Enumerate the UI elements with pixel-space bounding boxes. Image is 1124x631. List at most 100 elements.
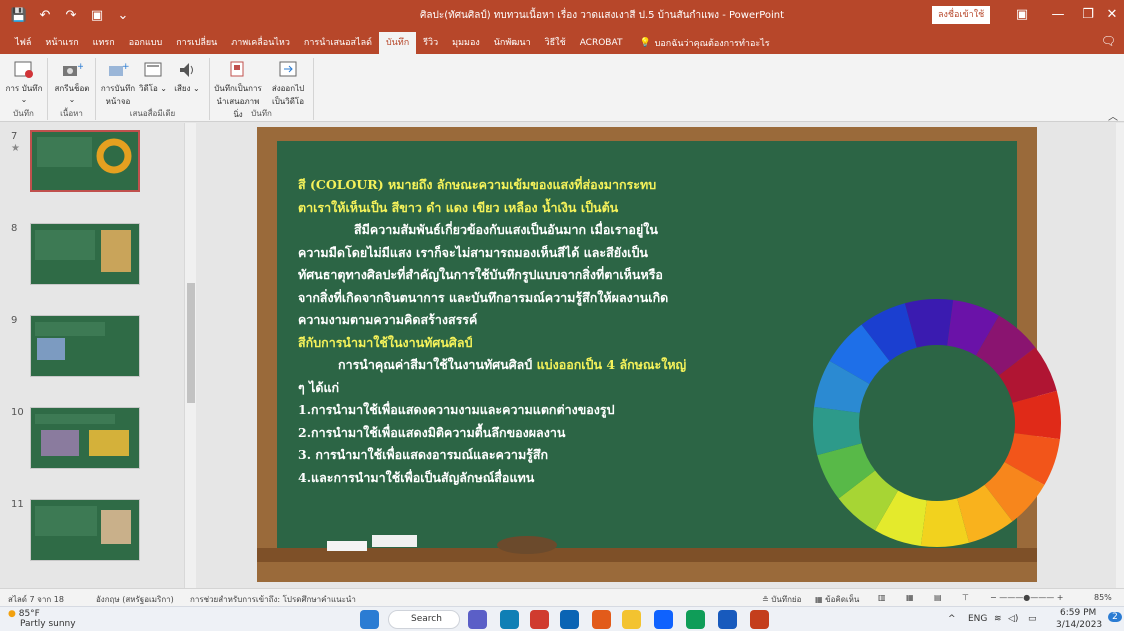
collapse-ribbon-icon[interactable]: ︿ xyxy=(1108,108,1118,123)
video-icon xyxy=(144,62,162,77)
zoom-slider[interactable]: − ———●——— + xyxy=(990,593,1063,602)
thumbnail-number: 9 xyxy=(11,315,18,326)
chrome-icon[interactable] xyxy=(686,610,705,629)
ribbon-group-save: บันทึกเป็นการ นำเสนอภาพนิ่ง ส่งออกไป เป็… xyxy=(210,58,314,120)
editor-scrollbar[interactable] xyxy=(1116,123,1124,588)
screen-recording-button[interactable]: + การบันทึก หน้าจอ xyxy=(98,60,138,108)
tab-record[interactable]: บันทึก xyxy=(378,32,417,54)
tab-design[interactable]: ออกแบบ xyxy=(122,32,170,54)
screenshot-button[interactable]: + สกรีนช็อต ⌄ xyxy=(50,60,94,104)
tab-acrobat[interactable]: ACROBAT xyxy=(573,32,630,54)
input-language[interactable]: ENG xyxy=(968,614,987,624)
sorter-view-icon[interactable]: ▦ xyxy=(906,593,914,602)
save-icon[interactable]: 💾 xyxy=(10,8,28,23)
ribbon-group-label: บันทึก xyxy=(13,109,34,118)
edge-icon[interactable] xyxy=(500,610,519,629)
signin-button[interactable]: ลงชื่อเข้าใช้ xyxy=(932,6,991,24)
thumbnail-scrollbar[interactable] xyxy=(184,123,196,588)
wifi-icon[interactable]: ≋ xyxy=(994,614,1002,624)
start-icon[interactable] xyxy=(360,610,379,629)
slide-line: 2.การนำมาใช้เพื่อแสดงมิติความตื้นลึกของผ… xyxy=(298,424,566,440)
ribbon: การ บันทึก ⌄ บันทึก + สกรีนช็อต ⌄ เนื้อห… xyxy=(0,54,1124,122)
ribbon-group-label: บันทึก xyxy=(251,109,272,118)
thumbnail-preview xyxy=(35,322,105,360)
ribbon-group-content: + สกรีนช็อต ⌄ เนื้อหา xyxy=(48,58,96,120)
firefox-icon[interactable] xyxy=(592,610,611,629)
battery-icon[interactable]: ▭ xyxy=(1028,614,1037,624)
presenter-view-icon[interactable]: ⊤ xyxy=(962,593,969,602)
redo-icon[interactable]: ↷ xyxy=(62,8,80,23)
slide-thumbnail[interactable] xyxy=(30,223,140,285)
normal-view-icon[interactable]: ▥ xyxy=(878,593,886,602)
thumbnail-number: 11 xyxy=(11,499,24,510)
export-video-button[interactable]: ส่งออกไป เป็นวิดีโอ xyxy=(264,60,312,108)
audio-button[interactable]: เสียง ⌄ xyxy=(170,60,204,95)
thumbnail-number: 8 xyxy=(11,223,18,234)
slide-thumbnail[interactable] xyxy=(30,407,140,469)
tab-home[interactable]: หน้าแรก xyxy=(38,32,85,54)
scroll-thumb[interactable] xyxy=(187,283,195,403)
language-indicator[interactable]: อังกฤษ (สหรัฐอเมริกา) xyxy=(96,593,174,606)
tab-insert[interactable]: แทรก xyxy=(86,32,122,54)
slide-line: ความมืดโดยไม่มีแสง เราก็จะไม่สามารถมองเห… xyxy=(298,244,648,260)
mail-icon[interactable] xyxy=(560,610,579,629)
volume-icon[interactable]: ◁) xyxy=(1008,614,1018,624)
dropbox-icon[interactable] xyxy=(654,610,673,629)
clock-time[interactable]: 6:59 PM xyxy=(1060,608,1096,618)
slide-line-highlight: แบ่งออกเป็น 4 ลักษณะใหญ่ xyxy=(536,357,687,372)
clock-date[interactable]: 3/14/2023 xyxy=(1056,620,1102,630)
tab-developer[interactable]: นักพัฒนา xyxy=(487,32,538,54)
notes-button[interactable]: ≗ บันทึกย่อ xyxy=(762,593,801,606)
notification-badge[interactable]: 2 xyxy=(1108,612,1122,622)
zoom-level[interactable]: 85% xyxy=(1094,593,1112,602)
accessibility-status[interactable]: การช่วยสำหรับการเข้าถึง: โปรดศึกษาคำแนะน… xyxy=(190,593,356,606)
slide-thumbnail[interactable] xyxy=(30,315,140,377)
chevron-up-icon[interactable]: ^ xyxy=(948,614,956,624)
word-icon[interactable] xyxy=(718,610,737,629)
comments-button[interactable]: ▦ ข้อคิดเห็น xyxy=(815,593,859,606)
video-button[interactable]: วิดีโอ ⌄ xyxy=(136,60,170,95)
slide-thumbnail[interactable] xyxy=(30,499,140,561)
search-box[interactable]: Search xyxy=(388,610,460,629)
slide-line: สีมีความสัมพันธ์เกี่ยวข้องกับแสงเป็นอันม… xyxy=(354,222,658,237)
svg-text:+: + xyxy=(122,62,129,72)
slide-thumbnail[interactable] xyxy=(30,130,140,192)
ribbon-group-label: เนื้อหา xyxy=(60,109,83,118)
undo-icon[interactable]: ↶ xyxy=(36,8,54,23)
slide-line: การนำคุณค่าสีมาใช้ในงานทัศนศิลป์ แบ่งออก… xyxy=(298,354,708,377)
customize-icon[interactable]: ⌄ xyxy=(114,8,132,23)
file-explorer-icon[interactable] xyxy=(622,610,641,629)
present-icon[interactable]: ▣ xyxy=(88,8,106,23)
tab-animations[interactable]: ภาพเคลื่อนไหว xyxy=(224,32,297,54)
powerpoint-icon[interactable] xyxy=(750,610,769,629)
tab-transitions[interactable]: การเปลี่ยน xyxy=(169,32,224,54)
quick-access-toolbar: 💾 ↶ ↷ ▣ ⌄ xyxy=(0,8,132,23)
slide-text-body[interactable]: สี (COLOUR) หมายถึง ลักษณะความเข้มของแสง… xyxy=(298,174,708,489)
tab-help[interactable]: วิธีใช้ xyxy=(538,32,573,54)
export-video-icon xyxy=(279,61,297,77)
tab-review[interactable]: รีวิว xyxy=(416,32,445,54)
windows-taskbar: ● 85°F Partly sunny Search ^ ENG ≋ ◁) ▭ … xyxy=(0,606,1124,631)
tab-view[interactable]: มุมมอง xyxy=(445,32,487,54)
record-button[interactable]: การ บันทึก ⌄ xyxy=(2,60,46,104)
tell-me-box[interactable]: 💡 บอกฉันว่าคุณต้องการทำอะไร xyxy=(629,32,779,54)
teams-icon[interactable] xyxy=(468,610,487,629)
ribbon-display-icon[interactable]: ▣ xyxy=(1004,0,1040,30)
acrobat-icon[interactable] xyxy=(530,610,549,629)
ribbon-group-record: การ บันทึก ⌄ บันทึก xyxy=(0,58,48,120)
close-button[interactable]: ✕ xyxy=(1094,0,1124,30)
temperature: 85°F xyxy=(18,609,40,619)
screenshot-label: สกรีนช็อต ⌄ xyxy=(54,84,90,104)
slide-line: จากสิ่งที่เกิดจากจินตนาการ และบันทึกอารม… xyxy=(298,289,669,305)
sun-icon: ● xyxy=(8,609,16,619)
slide-line-text: การนำคุณค่าสีมาใช้ในงานทัศนศิลป์ xyxy=(338,357,533,372)
slide-line: 3. การนำมาใช้เพื่อแสดงอารมณ์และความรู้สึ… xyxy=(298,447,549,462)
reading-view-icon[interactable]: ▤ xyxy=(934,593,942,602)
comment-icon[interactable]: 🗨 xyxy=(1101,34,1116,48)
weather-widget[interactable]: ● 85°F Partly sunny xyxy=(8,609,76,629)
weather-text: Partly sunny xyxy=(20,619,76,629)
tab-file[interactable]: ไฟล์ xyxy=(8,32,38,54)
tab-slideshow[interactable]: การนำเสนอสไลด์ xyxy=(297,32,379,54)
chalk xyxy=(372,535,417,547)
slide-counter: สไลด์ 7 จาก 18 xyxy=(8,595,64,604)
